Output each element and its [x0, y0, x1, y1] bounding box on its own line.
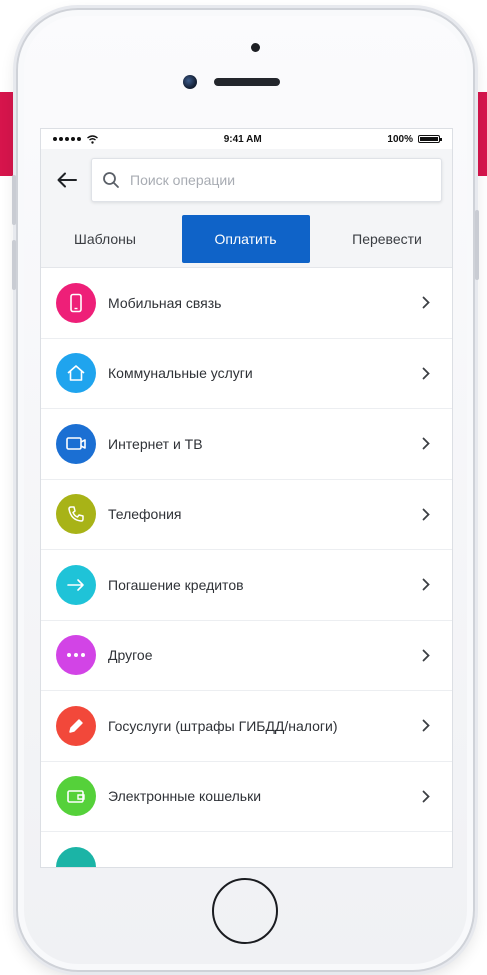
phone-frame: 9:41 AM 100% Поиск операции Шаблоны Опла…: [12, 8, 479, 972]
list-item-other[interactable]: Другое: [41, 621, 452, 691]
mobile-icon: [56, 282, 96, 323]
back-arrow-icon[interactable]: [55, 168, 79, 192]
list-item-loan-repayment[interactable]: Погашение кредитов: [41, 550, 452, 621]
list-item-label: Интернет и ТВ: [108, 435, 203, 452]
tv-icon: [56, 423, 96, 464]
list-item-gov-services[interactable]: Госуслуги (штрафы ГИБДД/налоги): [41, 691, 452, 762]
payment-category-list: Мобильная связь Коммунальные услуги Инте…: [41, 268, 452, 867]
phone-icon: [56, 494, 96, 535]
list-item-partial[interactable]: [41, 832, 452, 867]
list-item-mobile[interactable]: Мобильная связь: [41, 268, 452, 339]
list-item-utilities[interactable]: Коммунальные услуги: [41, 339, 452, 409]
chevron-right-icon: [420, 648, 432, 662]
partial-icon: [56, 847, 96, 867]
list-item-label: Госуслуги (штрафы ГИБДД/налоги): [108, 717, 338, 734]
chevron-right-icon: [420, 296, 432, 310]
status-right: 100%: [387, 133, 442, 145]
chevron-right-icon: [420, 366, 432, 380]
home-button[interactable]: [212, 878, 278, 944]
tab-transfer[interactable]: Перевести: [322, 215, 452, 263]
chevron-right-icon: [420, 789, 432, 803]
chevron-right-icon: [420, 578, 432, 592]
sensor-dot: [251, 43, 260, 52]
search-icon: [102, 171, 120, 189]
volume-down-button: [12, 240, 16, 290]
list-item-internet-tv[interactable]: Интернет и ТВ: [41, 409, 452, 480]
power-button: [475, 210, 479, 280]
wallet-icon: [56, 776, 96, 817]
search-row: [41, 149, 452, 211]
volume-up-button: [12, 175, 16, 225]
list-item-label: Мобильная связь: [108, 294, 222, 311]
front-camera: [183, 75, 197, 89]
earpiece-speaker: [214, 78, 280, 86]
list-item-e-wallets[interactable]: Электронные кошельки: [41, 762, 452, 832]
list-item-telephony[interactable]: Телефония: [41, 480, 452, 550]
signal-icon: [53, 137, 81, 141]
pen-icon: [56, 705, 96, 746]
status-time: 9:41 AM: [223, 133, 262, 145]
status-bar: 9:41 AM 100%: [41, 129, 452, 149]
list-item-label: Коммунальные услуги: [108, 365, 253, 382]
tab-pay[interactable]: Оплатить: [181, 215, 310, 263]
battery-percent: 100%: [387, 133, 413, 145]
arrow-icon: [56, 564, 96, 605]
dots-icon: [56, 635, 96, 676]
chevron-right-icon: [420, 507, 432, 521]
page: 9:41 AM 100% Поиск операции Шаблоны Опла…: [0, 0, 487, 975]
chevron-right-icon: [420, 437, 432, 451]
list-item-label: Телефония: [108, 506, 182, 523]
wifi-icon: [87, 134, 98, 144]
chevron-right-icon: [420, 719, 432, 733]
battery-icon: [418, 135, 442, 143]
list-item-label: Погашение кредитов: [108, 576, 244, 593]
home-icon: [56, 353, 96, 394]
tab-templates[interactable]: Шаблоны: [41, 215, 169, 263]
search-input[interactable]: [130, 172, 431, 188]
tab-bar: Шаблоны Оплатить Перевести: [41, 211, 452, 268]
app-screen: 9:41 AM 100% Поиск операции Шаблоны Опла…: [40, 128, 453, 868]
list-item-label: Другое: [108, 647, 153, 664]
search-box[interactable]: [91, 158, 442, 202]
status-left: [53, 134, 98, 144]
list-item-label: Электронные кошельки: [108, 788, 262, 805]
